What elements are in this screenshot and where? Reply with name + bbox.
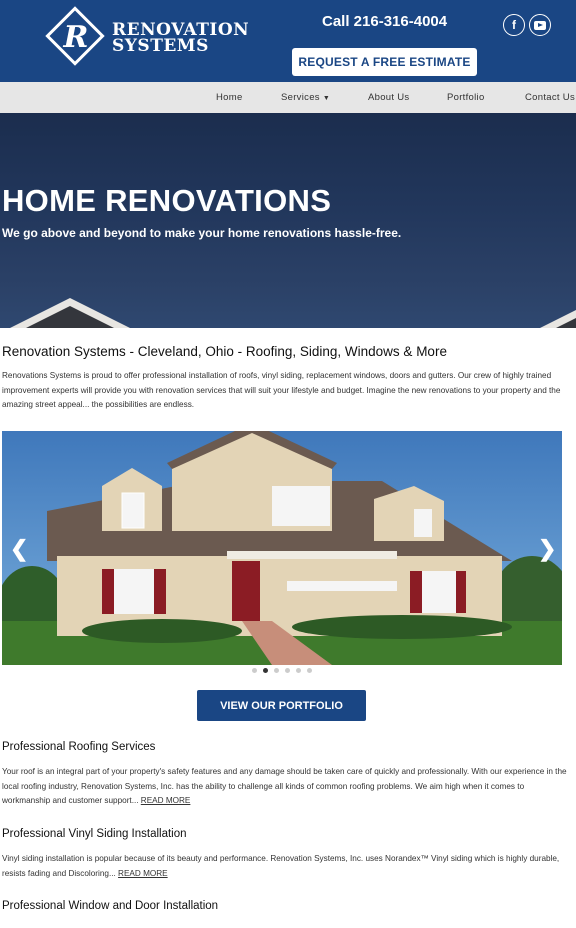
nav-label: Contact Us [525,92,575,103]
intro-heading: Renovation Systems - Cleveland, Ohio - R… [2,344,447,359]
logo-text: RENOVATION SYSTEMS [112,22,249,56]
roof-right-shadow [532,306,576,328]
request-estimate-button[interactable]: REQUEST A FREE ESTIMATE [292,48,477,76]
logo-mark: R [48,9,104,65]
header-bar: R RENOVATION SYSTEMS Call 216-316-4004 f… [0,0,576,82]
section-paragraph: Your roof is an integral part of your pr… [2,767,567,805]
section-text-roofing: Your roof is an integral part of your pr… [2,765,568,809]
hero-title: HOME RENOVATIONS [2,183,332,218]
nav-label: About Us [368,92,410,103]
carousel-dots [252,668,312,673]
facebook-glyph: f [512,18,516,32]
carousel-dot[interactable] [274,668,279,673]
main-nav: Home Services ▼ About Us Portfolio Contac… [0,82,576,113]
section-title-siding: Professional Vinyl Siding Installation [2,828,187,840]
read-more-link[interactable]: READ MORE [118,869,168,878]
nav-item-home[interactable]: Home [216,92,243,103]
section-text-siding: Vinyl siding installation is popular bec… [2,852,568,881]
logo[interactable]: R RENOVATION SYSTEMS [45,6,249,71]
section-paragraph: Vinyl siding installation is popular bec… [2,854,560,878]
carousel-dot-active[interactable] [263,668,268,673]
carousel-dot[interactable] [296,668,301,673]
section-title-roofing: Professional Roofing Services [2,741,156,753]
house-photo [2,431,562,665]
intro-paragraph: Renovations Systems is proud to offer pr… [2,371,561,409]
logo-line2: SYSTEMS [112,36,209,56]
nav-label: Portfolio [447,92,485,103]
carousel-dot[interactable] [285,668,290,673]
carousel-prev-arrow[interactable]: ❮ [10,536,28,562]
read-more-link[interactable]: READ MORE [141,796,191,805]
carousel-dot[interactable] [252,668,257,673]
section-title-windows: Professional Window and Door Installatio… [2,900,219,912]
logo-letter: R [63,19,89,55]
hero-banner: HOME RENOVATIONS We go above and beyond … [0,113,576,328]
phone-link[interactable]: Call 216-316-4004 [322,13,447,30]
nav-label: Home [216,92,243,103]
chevron-down-icon: ▼ [322,95,331,102]
view-portfolio-button[interactable]: VIEW OUR PORTFOLIO [197,690,366,721]
carousel-next-arrow[interactable]: ❯ [538,536,556,562]
carousel-dot[interactable] [307,668,312,673]
nav-item-portfolio[interactable]: Portfolio [447,92,485,103]
hero-subtitle: We go above and beyond to make your home… [2,226,402,240]
youtube-icon[interactable] [529,14,551,36]
nav-item-about[interactable]: About Us [368,92,409,103]
nav-item-contact[interactable]: Contact Us [525,92,575,103]
facebook-icon[interactable]: f [503,14,525,36]
nav-item-services[interactable]: Services ▼ [281,92,330,103]
youtube-play-shape [534,20,546,30]
image-carousel[interactable]: ❮ ❯ [2,431,562,665]
roof-left-shadow [2,306,138,328]
nav-label: Services [281,92,320,103]
